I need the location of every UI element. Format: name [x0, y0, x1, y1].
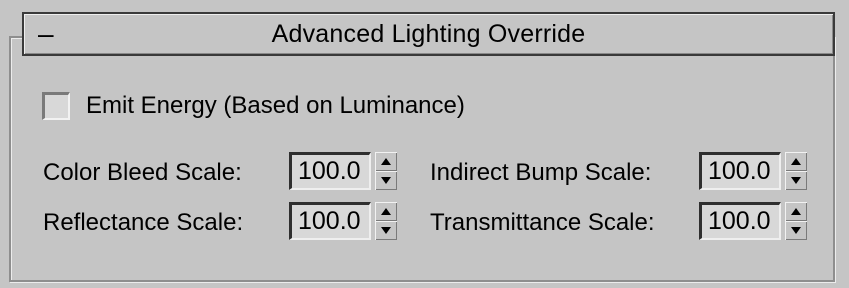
indirect-bump-scale-label: Indirect Bump Scale: [430, 159, 652, 186]
triangle-down-icon [381, 177, 391, 184]
indirect-bump-scale-increment-button[interactable] [785, 152, 807, 171]
reflectance-scale-spinner[interactable] [289, 202, 397, 240]
transmittance-scale-increment-button[interactable] [785, 202, 807, 221]
reflectance-scale-arrows[interactable] [375, 202, 397, 240]
triangle-up-icon [381, 158, 391, 165]
rollout-title: Advanced Lighting Override [271, 20, 586, 48]
triangle-down-icon [381, 227, 391, 234]
reflectance-scale-decrement-button[interactable] [375, 221, 397, 240]
transmittance-scale-arrows[interactable] [785, 202, 807, 240]
color-bleed-scale-spinner[interactable] [289, 152, 397, 190]
transmittance-scale-spinner[interactable] [699, 202, 807, 240]
color-bleed-scale-label: Color Bleed Scale: [43, 159, 242, 186]
triangle-up-icon [791, 208, 801, 215]
color-bleed-scale-arrows[interactable] [375, 152, 397, 190]
indirect-bump-scale-input[interactable] [699, 152, 781, 190]
indirect-bump-scale-spinner[interactable] [699, 152, 807, 190]
triangle-down-icon [791, 177, 801, 184]
triangle-up-icon [381, 208, 391, 215]
indirect-bump-scale-arrows[interactable] [785, 152, 807, 190]
rollout-header-advanced-lighting-override[interactable]: – Advanced Lighting Override [22, 12, 835, 56]
transmittance-scale-decrement-button[interactable] [785, 221, 807, 240]
triangle-down-icon [791, 227, 801, 234]
reflectance-scale-label: Reflectance Scale: [43, 209, 244, 236]
emit-energy-checkbox[interactable] [42, 92, 70, 120]
reflectance-scale-input[interactable] [289, 202, 371, 240]
color-bleed-scale-decrement-button[interactable] [375, 171, 397, 190]
reflectance-scale-increment-button[interactable] [375, 202, 397, 221]
color-bleed-scale-increment-button[interactable] [375, 152, 397, 171]
indirect-bump-scale-decrement-button[interactable] [785, 171, 807, 190]
color-bleed-scale-input[interactable] [289, 152, 371, 190]
transmittance-scale-label: Transmittance Scale: [430, 209, 655, 236]
emit-energy-label[interactable]: Emit Energy (Based on Luminance) [86, 89, 465, 123]
emit-energy-row[interactable]: Emit Energy (Based on Luminance) [42, 89, 465, 123]
triangle-up-icon [791, 158, 801, 165]
transmittance-scale-input[interactable] [699, 202, 781, 240]
